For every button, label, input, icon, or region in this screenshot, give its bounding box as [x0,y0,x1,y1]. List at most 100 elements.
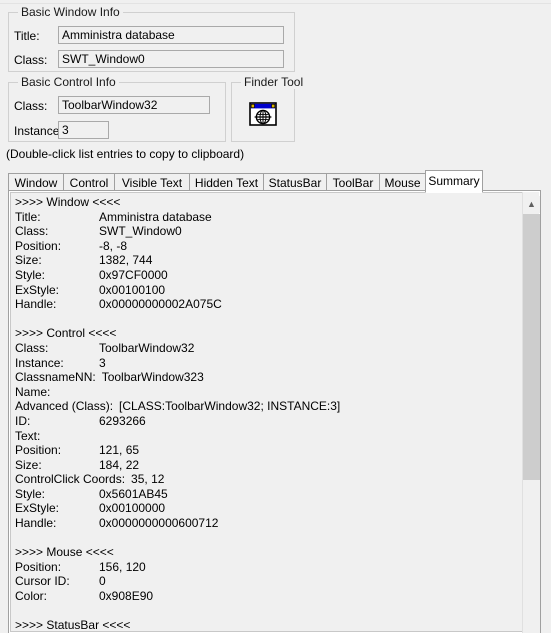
scrollbar-up-button[interactable]: ▲ [523,196,540,213]
tab-hidden-text[interactable]: Hidden Text [189,173,264,191]
tab-summary[interactable]: Summary [425,170,483,193]
summary-line-value: 184, 22 [99,457,140,472]
control-class-label: Class: [14,99,48,113]
summary-line-key: Position: [15,238,62,253]
summary-line-key: Instance: [15,355,64,370]
summary-vertical-scrollbar[interactable]: ▲ [522,192,540,633]
window-class-label: Class: [14,53,48,67]
summary-line-key: Size: [15,457,42,472]
tab-visible-text[interactable]: Visible Text [114,173,190,191]
summary-line-key: Handle: [15,516,57,531]
summary-line-value: 3 [99,355,106,370]
summary-line-value: 0x0000000000600712 [99,516,219,531]
finder-target-icon[interactable] [247,98,279,130]
summary-line[interactable]: ClassnameNN: ToolbarWindow323 [15,370,520,385]
tab-window[interactable]: Window [8,173,64,191]
summary-line[interactable]: Handle: 0x0000000000600712 [15,516,520,531]
summary-line[interactable]: Class: ToolbarWindow32 [15,341,520,356]
tab-toolbar[interactable]: ToolBar [326,173,380,191]
summary-line[interactable]: Instance: 3 [15,356,520,371]
summary-line[interactable]: Class: SWT_Window0 [15,224,520,239]
summary-line-key: Position: [15,443,62,458]
summary-line-key: ExStyle: [15,282,60,297]
summary-line-value: 0x00100100 [99,282,166,297]
chevron-up-icon: ▲ [527,199,536,209]
summary-line-value: 0x5601AB45 [99,486,168,501]
summary-line-value: 1382, 744 [99,253,153,268]
summary-line-key: Cursor ID: [15,574,70,589]
scrollbar-track-lower[interactable] [523,480,540,633]
summary-line[interactable]: Advanced (Class): [CLASS:ToolbarWindow32;… [15,399,520,414]
summary-line-value: ToolbarWindow32 [99,340,195,355]
summary-line[interactable]: ControlClick Coords: 35, 12 [15,472,520,487]
summary-line-key: ExStyle: [15,501,60,516]
summary-line[interactable] [15,531,520,546]
summary-line[interactable]: >>>> Window <<<< [15,195,520,210]
control-instance-label: Instance: [14,124,63,138]
summary-line-key: Color: [15,589,48,604]
summary-line[interactable]: >>>> Control <<<< [15,326,520,341]
summary-line-value: -8, -8 [99,238,128,253]
summary-line-key: Position: [15,559,62,574]
summary-line[interactable]: >>>> StatusBar <<<< [15,618,520,631]
summary-line[interactable]: Title: Amministra database [15,210,520,225]
basic-control-info-group-title: Basic Control Info [18,76,119,89]
summary-text-content: >>>> Window <<<< Title: Amministra databas… [15,195,520,631]
summary-line-value: SWT_Window0 [99,224,182,239]
summary-line-key: Style: [15,486,46,501]
summary-line[interactable]: Name: [15,385,520,400]
summary-line[interactable]: Size: 184, 22 [15,458,520,473]
summary-line[interactable]: Color: 0x908E90 [15,589,520,604]
window-info-tool-root: Basic Window Info Title: Amministra data… [0,0,551,633]
summary-line-value: 35, 12 [131,472,165,487]
summary-line[interactable]: Position: 156, 120 [15,560,520,575]
window-class-field[interactable]: SWT_Window0 [58,50,284,68]
summary-line-value: Amministra database [99,209,212,224]
window-title-field[interactable]: Amministra database [58,26,284,44]
summary-line-key: Style: [15,267,46,282]
summary-line-value: 0x908E90 [99,589,154,604]
scrollbar-thumb[interactable] [523,214,540,480]
summary-line[interactable]: Handle: 0x00000000002A075C [15,297,520,312]
summary-line[interactable]: Style: 0x97CF0000 [15,268,520,283]
control-class-field[interactable]: ToolbarWindow32 [58,96,210,114]
copy-hint-label: (Double-click list entries to copy to cl… [6,147,245,161]
summary-line[interactable]: Cursor ID: 0 [15,574,520,589]
summary-line-value: 121, 65 [99,443,140,458]
summary-line-key: Text: [15,428,41,443]
summary-line-key: Class: [15,340,49,355]
summary-line[interactable] [15,312,520,327]
summary-line[interactable]: Position: 121, 65 [15,443,520,458]
summary-line[interactable]: Text: [15,429,520,444]
summary-line[interactable]: Position: -8, -8 [15,239,520,254]
summary-line[interactable]: ExStyle: 0x00100100 [15,283,520,298]
summary-line[interactable]: Size: 1382, 744 [15,253,520,268]
summary-line[interactable]: ID: 6293266 [15,414,520,429]
tab-statusbar[interactable]: StatusBar [263,173,327,191]
tab-mouse[interactable]: Mouse [379,173,426,191]
summary-line-value: [CLASS:ToolbarWindow32; INSTANCE:3] [119,399,341,414]
control-instance-field[interactable]: 3 [58,121,109,139]
summary-line-value: 0x00100000 [99,501,166,516]
summary-line-value: 156, 120 [99,559,146,574]
summary-line-value: 6293266 [99,413,146,428]
summary-line-key: ControlClick Coords: [15,472,126,487]
summary-line-key: ID: [15,413,31,428]
summary-line-key: Name: [15,384,51,399]
summary-line[interactable]: Style: 0x5601AB45 [15,487,520,502]
summary-line-value: 0x00000000002A075C [99,297,222,312]
summary-output-panel: >>>> Window <<<< Title: Amministra databas… [8,190,541,633]
summary-line-key: Title: [15,209,41,224]
summary-line-key: Class: [15,224,49,239]
basic-window-info-group-title: Basic Window Info [18,6,123,19]
summary-line-value: ToolbarWindow323 [101,370,204,385]
summary-line-value: 0x97CF0000 [99,267,168,282]
tab-control[interactable]: Control [63,173,115,191]
tab-strip: Window Control Visible Text Hidden Text Stat… [8,170,542,193]
summary-line[interactable] [15,604,520,619]
summary-line[interactable]: >>>> Mouse <<<< [15,545,520,560]
window-top-edge [0,0,551,4]
summary-line[interactable]: ExStyle: 0x00100000 [15,501,520,516]
summary-line-key: Size: [15,253,42,268]
summary-text-area[interactable]: >>>> Window <<<< Title: Amministra databas… [10,192,522,632]
